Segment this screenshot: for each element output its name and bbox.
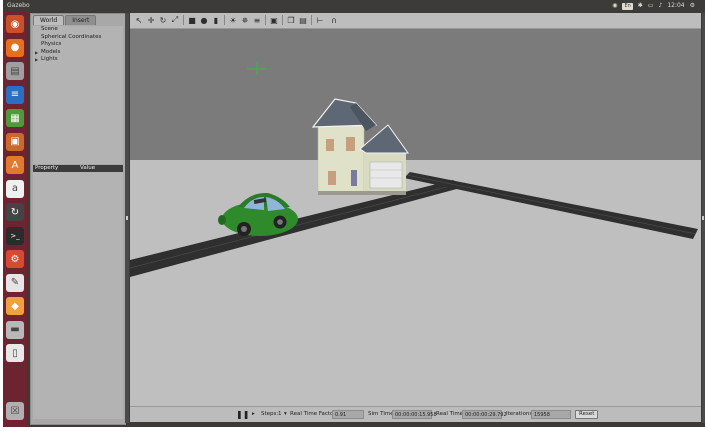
screenshot-icon[interactable]: ▣ <box>269 15 279 25</box>
column-value[interactable]: Value <box>80 165 95 172</box>
desktop-frame: Gazebo ◉ En ✱ ▭ ♪ 12:04 ⚙ ◉ ● ▤ ≡ ▦ ▣ Aa ↻ >_ ⚙ ✎ ◆… <box>3 0 705 427</box>
calc-icon[interactable]: ▦ <box>6 109 24 127</box>
iterations-value: 15958 <box>531 410 571 419</box>
amazon-icon[interactable]: a <box>6 179 24 198</box>
real-time-value: 00:00:00:29.792 <box>462 410 507 419</box>
sky-background <box>130 29 701 161</box>
bluetooth-icon[interactable]: ✱ <box>638 0 643 12</box>
pause-icon[interactable]: ❚❚ <box>236 407 249 422</box>
3d-viewport[interactable] <box>130 29 701 406</box>
sim-time-value: 00:00:00:15.958 <box>392 410 437 419</box>
align-icon[interactable]: ⊢ <box>315 15 325 25</box>
column-property[interactable]: Property <box>33 165 80 172</box>
tab-insert[interactable]: Insert <box>65 15 97 25</box>
tree-item-scene[interactable]: Scene <box>33 26 123 34</box>
tree-item-models[interactable]: ▶ Models <box>33 49 123 57</box>
scale-icon[interactable]: ⤢ <box>170 15 180 25</box>
select-arrow-icon[interactable]: ↖ <box>134 15 144 25</box>
writer-icon[interactable]: ≡ <box>6 85 24 104</box>
software-center-icon[interactable]: A <box>6 156 24 174</box>
system-tray: ◉ En ✱ ▭ ♪ 12:04 ⚙ <box>612 0 695 12</box>
window-title: Gazebo <box>7 2 30 9</box>
toolbar: ↖ ✛ ↻ ⤢ ■ ● ▮ ☀ ✵ ≡ ▣ ❐ ▤ ⊢ ∩ <box>130 13 701 29</box>
property-table: Property Value <box>33 165 123 419</box>
steps-value[interactable]: 1 <box>278 407 282 422</box>
paste-icon[interactable]: ▤ <box>298 15 308 25</box>
keyboard-indicator[interactable]: En <box>622 2 633 10</box>
world-tree: Scene Spherical Coordinates Physics ▶ Mod… <box>33 26 123 164</box>
iterations-label: Iterations: <box>506 411 535 417</box>
sphere-shape-icon[interactable]: ● <box>199 15 209 25</box>
right-splitter[interactable] <box>702 13 705 423</box>
firefox-icon[interactable]: ● <box>6 38 24 57</box>
tree-item-lights[interactable]: ▶ Lights <box>33 56 123 64</box>
network-icon[interactable]: ◉ <box>612 0 617 12</box>
spot-light-icon[interactable]: ✵ <box>240 15 250 25</box>
tree-item-physics[interactable]: Physics <box>33 41 123 49</box>
translate-icon[interactable]: ✛ <box>146 15 156 25</box>
launcher: ◉ ● ▤ ≡ ▦ ▣ Aa ↻ >_ ⚙ ✎ ◆ ▬ ▯ ☒ <box>3 12 27 427</box>
cylinder-shape-icon[interactable]: ▮ <box>211 15 221 25</box>
clock[interactable]: 12:04 <box>667 0 684 12</box>
rtf-value: 0.91 <box>332 410 364 419</box>
top-panel: Gazebo ◉ En ✱ ▭ ♪ 12:04 ⚙ <box>3 0 705 12</box>
gazebo-icon[interactable]: ◆ <box>6 297 24 315</box>
time-panel: ❚❚ ▸ Steps: 1 ▾ Real Time Factor: 0.91 S… <box>130 406 701 422</box>
reset-button[interactable]: Reset <box>575 410 599 419</box>
steps-label: Steps: <box>261 411 279 417</box>
left-splitter[interactable] <box>125 13 129 423</box>
settings-icon[interactable]: ⚙ <box>6 250 24 268</box>
copy-icon[interactable]: ❐ <box>286 15 296 25</box>
snap-icon[interactable]: ∩ <box>329 15 339 25</box>
real-time-label: Real Time: <box>436 411 465 417</box>
tab-world[interactable]: World <box>33 15 65 25</box>
files-icon[interactable]: ▤ <box>6 62 24 80</box>
impress-icon[interactable]: ▣ <box>6 132 24 151</box>
text-editor-icon[interactable]: ✎ <box>6 273 24 292</box>
point-light-icon[interactable]: ☀ <box>228 15 238 25</box>
volume-icon[interactable]: ♪ <box>658 0 662 12</box>
power-icon[interactable]: ⚙ <box>690 0 695 12</box>
box-shape-icon[interactable]: ■ <box>187 15 197 25</box>
tree-item-spherical-coordinates[interactable]: Spherical Coordinates <box>33 34 123 42</box>
expand-arrow-icon[interactable]: ▶ <box>35 49 38 57</box>
directional-light-icon[interactable]: ≡ <box>252 15 262 25</box>
expand-arrow-icon[interactable]: ▶ <box>35 56 38 64</box>
steps-spinner-icon[interactable]: ▾ <box>284 407 287 422</box>
scene-render <box>130 29 701 406</box>
terminal-icon[interactable]: >_ <box>6 226 24 245</box>
battery-icon[interactable]: ▭ <box>648 0 654 12</box>
trash-icon[interactable]: ☒ <box>6 402 24 420</box>
usb-drive-icon[interactable]: ▯ <box>6 344 24 362</box>
property-header: Property Value <box>33 165 123 172</box>
panel-tabs: World Insert <box>33 15 97 25</box>
disks-icon[interactable]: ▬ <box>6 320 24 339</box>
step-forward-icon[interactable]: ▸ <box>252 407 255 422</box>
rtf-label: Real Time Factor: <box>290 411 338 417</box>
rotate-icon[interactable]: ↻ <box>158 15 168 25</box>
dash-home-icon[interactable]: ◉ <box>6 15 24 33</box>
world-panel: World Insert Scene Spherical Coordinates… <box>30 13 126 425</box>
updater-icon[interactable]: ↻ <box>6 203 24 221</box>
